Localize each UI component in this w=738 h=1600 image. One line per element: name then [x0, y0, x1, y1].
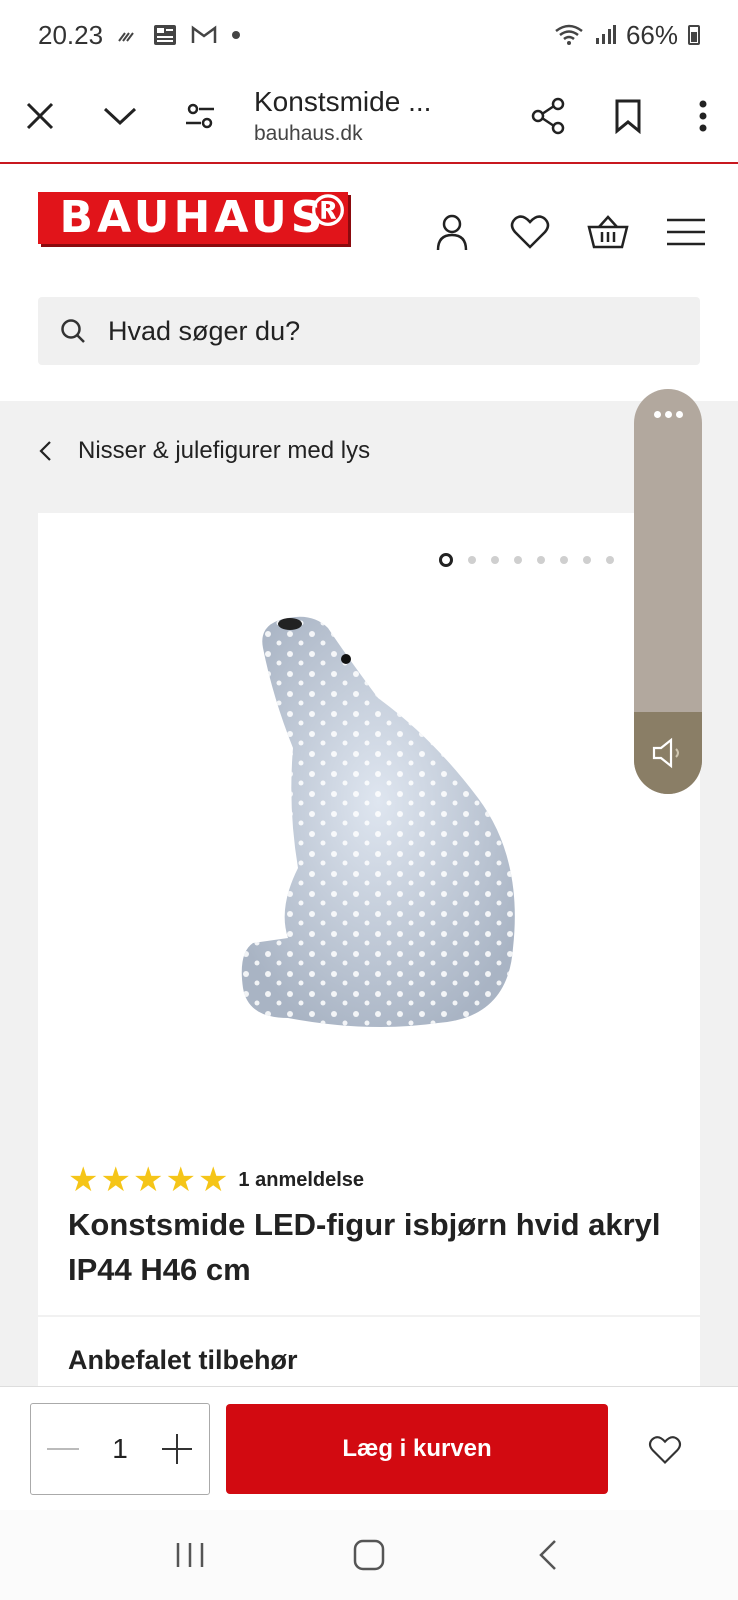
product-title: Konstsmide LED-figur isbjørn hvid akryl …	[68, 1207, 661, 1287]
basket-button[interactable]	[586, 210, 630, 254]
system-navigation-bar	[0, 1510, 738, 1600]
gallery-dot[interactable]	[537, 556, 545, 564]
battery-icon	[688, 25, 700, 45]
divider	[38, 1315, 700, 1317]
site-header: BAUHAUS ®	[0, 166, 738, 286]
decrease-quantity-button[interactable]	[45, 1431, 81, 1467]
product-image-polar-bear[interactable]	[218, 608, 558, 1048]
floating-media-panel[interactable]	[634, 389, 702, 794]
wishlist-button[interactable]	[508, 210, 552, 254]
page-settings-button[interactable]	[160, 76, 240, 156]
more-horizontal-icon[interactable]	[634, 411, 702, 418]
battery-percent: 66%	[625, 19, 678, 50]
gallery-dot[interactable]	[491, 556, 499, 564]
heart-icon	[648, 1436, 682, 1464]
star-icon: ★	[132, 1161, 164, 1199]
bauhaus-logo[interactable]: BAUHAUS ®	[38, 190, 350, 244]
back-icon	[539, 1540, 557, 1570]
quantity-stepper: 1	[30, 1403, 210, 1495]
share-icon	[531, 97, 565, 135]
page-title: Konstsmide ...	[254, 86, 432, 117]
add-to-cart-button[interactable]: Læg i kurven	[226, 1404, 608, 1494]
star-icon: ★	[68, 1161, 99, 1199]
mute-button[interactable]	[634, 712, 702, 794]
basket-icon	[587, 215, 629, 249]
logo-text: BAUHAUS	[59, 192, 327, 243]
tune-icon	[186, 103, 214, 129]
add-to-cart-bar: 1 Læg i kurven	[0, 1386, 738, 1510]
gallery-dot[interactable]	[583, 556, 591, 564]
minus-icon	[47, 1448, 79, 1450]
close-tab-button[interactable]	[0, 76, 80, 156]
more-vertical-icon	[699, 100, 707, 132]
plus-icon	[161, 1434, 192, 1464]
more-options-button[interactable]	[668, 76, 738, 156]
gallery-dot[interactable]	[439, 553, 453, 567]
status-time: 20.23	[38, 19, 104, 50]
search-placeholder: Hvad søger du?	[108, 315, 301, 346]
page-url: bauhaus.dk	[254, 122, 363, 145]
gmail-icon	[191, 25, 217, 45]
review-count[interactable]: 1 anmeldelse	[238, 1169, 364, 1192]
star-icon: ★	[197, 1161, 229, 1199]
wifi-calling-icon	[117, 25, 139, 45]
minimize-button[interactable]	[80, 76, 160, 156]
star-icon: ★	[165, 1161, 196, 1199]
product-content: Nisser & julefigurer med lys ★ ★ ★ ★ ★ 1…	[0, 401, 738, 1393]
breadcrumb-label: Nisser & julefigurer med lys	[78, 437, 371, 464]
quantity-value[interactable]: 1	[112, 1433, 128, 1465]
gallery-pagination[interactable]	[439, 553, 614, 567]
chevron-left-icon	[39, 441, 51, 461]
browser-toolbar: Konstsmide ... bauhaus.dk	[0, 70, 738, 164]
share-button[interactable]	[508, 76, 588, 156]
home-icon	[353, 1539, 385, 1571]
chevron-down-icon	[103, 107, 137, 126]
back-button[interactable]	[518, 1525, 578, 1585]
star-icon: ★	[100, 1161, 131, 1199]
menu-button[interactable]	[664, 210, 708, 254]
signal-icon	[594, 24, 616, 46]
increase-quantity-button[interactable]	[159, 1431, 195, 1467]
recent-apps-button[interactable]	[160, 1525, 220, 1585]
search-input[interactable]: Hvad søger du?	[38, 297, 700, 365]
product-card: ★ ★ ★ ★ ★ 1 anmeldelse Konstsmide LED-fi…	[38, 513, 700, 1393]
bookmark-button[interactable]	[588, 76, 668, 156]
wifi-icon	[554, 23, 584, 47]
accessories-heading: Anbefalet tilbehør	[68, 1345, 298, 1375]
heart-icon	[510, 215, 550, 249]
notification-dot-icon	[231, 30, 241, 40]
rating-stars: ★ ★ ★ ★ ★	[68, 1163, 228, 1197]
rating-row[interactable]: ★ ★ ★ ★ ★ 1 anmeldelse	[68, 1163, 364, 1197]
news-icon	[153, 24, 177, 46]
close-icon	[26, 102, 54, 130]
gallery-dot[interactable]	[468, 556, 476, 564]
status-bar: 20.23 66%	[0, 0, 738, 70]
recent-apps-icon	[176, 1543, 203, 1567]
gallery-dot[interactable]	[606, 556, 614, 564]
volume-mute-icon	[652, 737, 679, 769]
logo-registered-mark: ®	[306, 186, 354, 237]
breadcrumb[interactable]: Nisser & julefigurer med lys	[38, 437, 370, 465]
account-button[interactable]	[430, 210, 474, 254]
hamburger-menu-icon	[667, 218, 705, 246]
add-to-wishlist-button[interactable]	[640, 1425, 690, 1475]
user-icon	[436, 214, 468, 251]
search-icon	[61, 319, 85, 343]
gallery-dot[interactable]	[560, 556, 568, 564]
bookmark-icon	[615, 99, 641, 134]
page-title-block[interactable]: Konstsmide ... bauhaus.dk	[240, 86, 508, 146]
home-button[interactable]	[339, 1525, 399, 1585]
gallery-dot[interactable]	[514, 556, 522, 564]
